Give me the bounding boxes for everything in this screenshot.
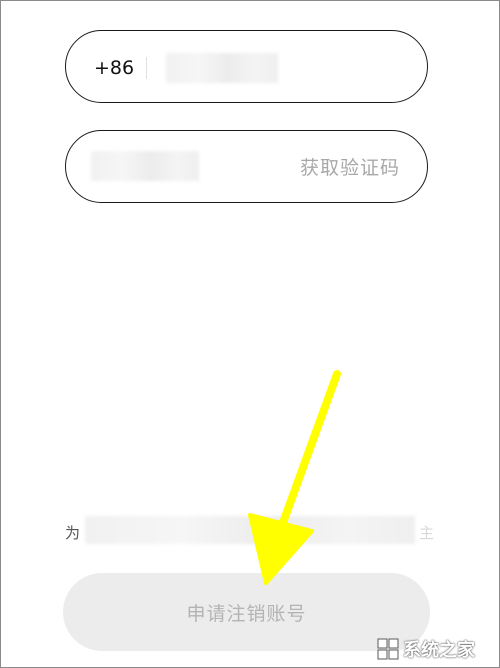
get-verification-code-button[interactable]: 获取验证码 bbox=[300, 156, 400, 180]
notice-text-suffix: 主 bbox=[419, 524, 435, 542]
phone-number-value-redacted[interactable] bbox=[166, 53, 278, 83]
phone-number-field[interactable]: +86 bbox=[65, 30, 428, 103]
verification-code-value-redacted[interactable] bbox=[91, 151, 199, 181]
notice-text-prefix: 为 bbox=[65, 524, 81, 542]
country-code[interactable]: +86 bbox=[94, 57, 134, 79]
field-divider bbox=[146, 57, 147, 79]
watermark: 系统之家 bbox=[377, 636, 475, 662]
watermark-text: 系统之家 bbox=[403, 640, 475, 661]
verification-code-field[interactable]: 获取验证码 bbox=[65, 130, 428, 203]
apply-account-cancellation-button[interactable]: 申请注销账号 bbox=[63, 573, 430, 651]
windows-logo-icon bbox=[377, 638, 399, 660]
notice-text-redacted bbox=[85, 516, 415, 544]
